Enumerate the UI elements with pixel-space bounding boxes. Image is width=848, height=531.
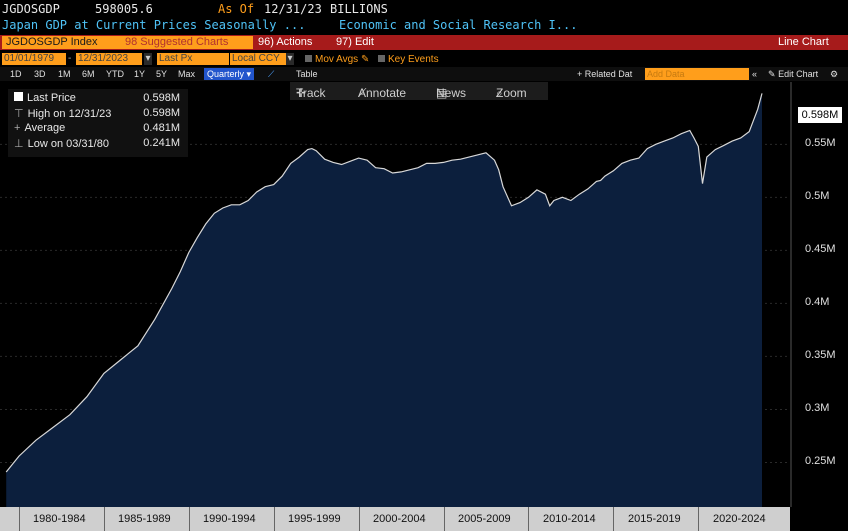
pencil-icon: ✎ xyxy=(768,69,776,79)
y-tick-label: 0.55M xyxy=(805,137,836,150)
start-date-field[interactable]: 01/01/1979 xyxy=(2,53,66,65)
legend-average-label: Average xyxy=(24,122,66,134)
chart-tools: ✛ Track ⟋ Annotate ▤ News ⌕ Zoom xyxy=(290,82,548,100)
date-separator: - xyxy=(68,53,72,64)
y-tick-label: 0.5M xyxy=(805,190,830,203)
settings-bar: 01/01/1979 - 12/31/2023 ▾ Last Px Local … xyxy=(0,51,848,67)
x-tick-mark xyxy=(359,507,360,531)
period-5y[interactable]: 5Y xyxy=(156,69,167,79)
x-tick-label: 1985-1989 xyxy=(118,513,171,525)
x-tick-label: 2020-2024 xyxy=(713,513,766,525)
legend-last-price-label: Last Price xyxy=(27,92,76,104)
series-swatch-icon xyxy=(14,92,23,101)
ticker-field[interactable]: JGDOSGDP Index xyxy=(2,36,122,49)
key-events-label: Key Events xyxy=(388,54,439,65)
legend-low-label: Low on 03/31/80 xyxy=(27,138,109,150)
x-tick-mark xyxy=(444,507,445,531)
high-marker-icon: ⊤ xyxy=(14,108,24,120)
y-tick-label: 0.3M xyxy=(805,402,830,415)
legend-high-value: 0.598M xyxy=(143,107,180,119)
x-tick-label: 2005-2009 xyxy=(458,513,511,525)
line-chart-icon[interactable]: ⟋ xyxy=(268,69,274,80)
last-value: 598005.6 xyxy=(95,2,153,16)
x-tick-mark xyxy=(528,507,529,531)
y-tick-label: 0.45M xyxy=(805,243,836,256)
annotate-label: Annotate xyxy=(358,86,407,100)
x-tick-label: 2015-2019 xyxy=(628,513,681,525)
key-events-toggle[interactable]: Key Events xyxy=(378,54,439,65)
y-tick-label: 0.25M xyxy=(805,455,836,468)
security-description: Japan GDP at Current Prices Seasonally .… xyxy=(0,17,848,34)
track-label: Track xyxy=(296,86,326,100)
security-header: JGDOSGDP 598005.6 As Of 12/31/23 BILLION… xyxy=(0,0,848,18)
x-tick-mark xyxy=(698,507,699,531)
end-date-field[interactable]: 12/31/2023 xyxy=(76,53,142,65)
x-axis: 1980-1984 1985-1989 1990-1994 1995-1999 2000… xyxy=(0,507,790,531)
table-button[interactable]: Table xyxy=(296,69,318,79)
x-tick-label: 1990-1994 xyxy=(203,513,256,525)
last-value-tag: 0.598M xyxy=(798,107,842,123)
x-tick-mark xyxy=(189,507,190,531)
checkbox-icon xyxy=(378,55,385,62)
period-1m[interactable]: 1M xyxy=(58,69,71,79)
average-marker-icon: + xyxy=(14,122,21,134)
date-dropdown-icon[interactable]: ▾ xyxy=(144,53,152,65)
edit-chart-button[interactable]: ✎ Edit Chart xyxy=(768,69,818,80)
collapse-icon[interactable]: « xyxy=(752,69,757,79)
actions-menu[interactable]: 96) Actions xyxy=(258,36,312,49)
legend-high: ⊤ High on 12/31/23 0.598M xyxy=(14,107,184,122)
source-label: Economic and Social Research I... xyxy=(339,18,578,32)
mov-avgs-toggle[interactable]: Mov Avgs ✎ xyxy=(305,54,369,65)
y-tick-label: 0.4M xyxy=(805,296,830,309)
news-label: News xyxy=(436,86,467,100)
chart-type-label[interactable]: Line Chart xyxy=(778,36,829,49)
settings-gear-icon[interactable]: ⚙ xyxy=(830,69,838,80)
x-tick-label: 2000-2004 xyxy=(373,513,426,525)
period-3d[interactable]: 3D xyxy=(34,69,46,79)
edit-menu[interactable]: 97) Edit xyxy=(336,36,374,49)
low-marker-icon: ⊥ xyxy=(14,138,24,150)
chart-legend: Last Price 0.598M ⊤ High on 12/31/23 0.59… xyxy=(8,89,188,157)
legend-average-value: 0.481M xyxy=(143,122,180,134)
as-of-date: 12/31/23 xyxy=(264,2,322,16)
frequency-label: Quarterly xyxy=(207,69,245,79)
field-selector[interactable]: Last Px xyxy=(157,53,229,65)
mov-avgs-label: Mov Avgs xyxy=(315,54,359,65)
period-max[interactable]: Max xyxy=(178,69,195,79)
as-of-label: As Of xyxy=(218,2,255,16)
series-description: Japan GDP at Current Prices Seasonally .… xyxy=(2,18,306,32)
legend-high-label: High on 12/31/23 xyxy=(27,108,112,120)
period-bar: 1D 3D 1M 6M YTD 1Y 5Y Max Quarterly ▾ ⟋ … xyxy=(0,67,848,81)
legend-low-value: 0.241M xyxy=(143,137,180,149)
ticker-code: JGDOSGDP xyxy=(2,2,60,16)
x-tick-mark xyxy=(613,507,614,531)
x-tick-label: 1980-1984 xyxy=(33,513,86,525)
x-tick-mark xyxy=(104,507,105,531)
currency-selector[interactable]: Local CCY xyxy=(230,53,286,65)
period-ytd[interactable]: YTD xyxy=(106,69,124,79)
pencil-icon: ✎ xyxy=(360,54,370,65)
x-tick-mark xyxy=(19,507,20,531)
period-1y[interactable]: 1Y xyxy=(134,69,145,79)
related-data-button[interactable]: + Related Dat xyxy=(577,69,632,79)
units-label: BILLIONS xyxy=(330,2,388,16)
suggested-charts-button[interactable]: 98 Suggested Charts xyxy=(121,36,253,49)
add-data-input[interactable]: Add Data xyxy=(645,68,749,80)
x-tick-label: 1995-1999 xyxy=(288,513,341,525)
menu-bar: JGDOSGDP Index 98 Suggested Charts 96) A… xyxy=(0,35,848,50)
zoom-label: Zoom xyxy=(496,86,527,100)
period-6m[interactable]: 6M xyxy=(82,69,95,79)
legend-last-price: Last Price 0.598M xyxy=(14,92,184,107)
frequency-selector[interactable]: Quarterly ▾ xyxy=(204,68,255,80)
x-tick-mark xyxy=(274,507,275,531)
currency-dropdown-icon[interactable]: ▾ xyxy=(286,53,294,65)
edit-chart-label: Edit Chart xyxy=(778,69,819,79)
period-1d[interactable]: 1D xyxy=(10,69,22,79)
legend-low: ⊥ Low on 03/31/80 0.241M xyxy=(14,137,184,152)
y-tick-label: 0.35M xyxy=(805,349,836,362)
legend-average: + Average 0.481M xyxy=(14,122,184,137)
x-tick-label: 2010-2014 xyxy=(543,513,596,525)
legend-last-price-value: 0.598M xyxy=(143,92,180,104)
checkbox-icon xyxy=(305,55,312,62)
